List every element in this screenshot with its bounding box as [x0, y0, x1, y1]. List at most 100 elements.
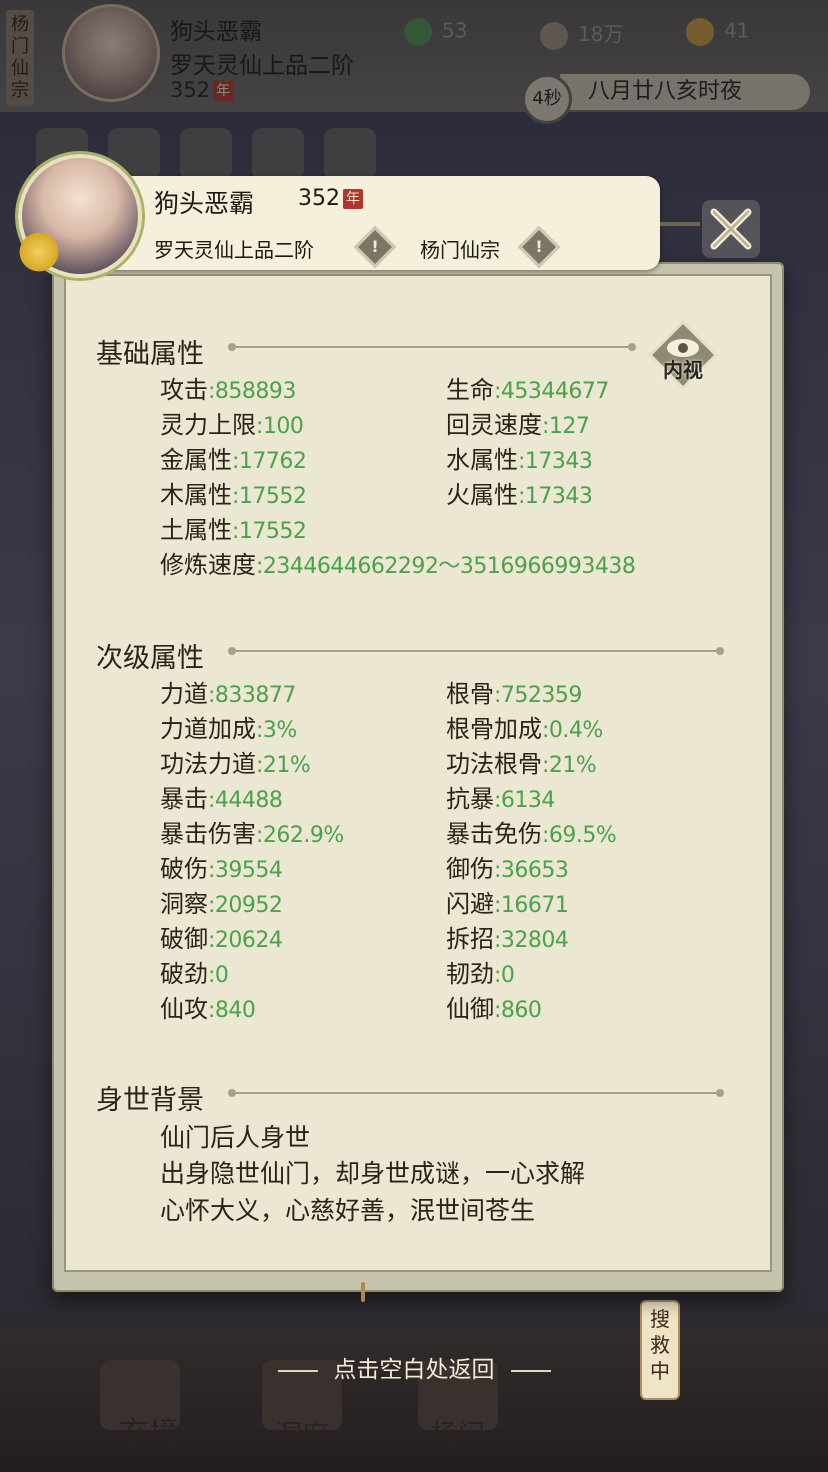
stat-value: :858893: [208, 379, 296, 404]
stat-label: 仙攻: [160, 995, 208, 1023]
stat-label: 暴击免伤: [446, 820, 542, 848]
stat-value: :44488: [208, 788, 283, 813]
stat-tenacity: 韧劲:0: [446, 954, 515, 989]
stat-label: 破伤: [160, 855, 208, 883]
character-age: 352 年: [298, 186, 363, 211]
stat-label: 木属性: [160, 481, 232, 509]
stat-value: :100: [256, 414, 304, 439]
stat-mana-cap: 灵力上限:100: [160, 405, 304, 440]
hint-divider: [277, 1369, 318, 1372]
stat-armor-break: 破伤:39554: [160, 849, 283, 884]
stat-label: 灵力上限: [160, 411, 256, 439]
stat-value: :840: [208, 998, 256, 1023]
stat-value: :17343: [518, 449, 593, 474]
stat-mana-regen: 回灵速度:127: [446, 405, 590, 440]
stat-label: 仙御: [446, 995, 494, 1023]
stat-strength: 力道:833877: [160, 674, 296, 709]
stat-metal: 金属性:17762: [160, 440, 307, 475]
stat-crit-damage: 暴击伤害:262.9%: [160, 814, 344, 849]
stat-label: 水属性: [446, 446, 518, 474]
age-badge: 年: [343, 189, 363, 209]
section-divider: [228, 647, 724, 655]
section-divider: [228, 1089, 724, 1097]
stat-value: :39554: [208, 858, 283, 883]
character-rank: 罗天灵仙上品二阶: [154, 238, 314, 262]
hint-text: 点击空白处返回: [333, 1357, 495, 1383]
stat-value: :0: [494, 963, 515, 988]
stat-label: 回灵速度: [446, 411, 542, 439]
header-ribbon: [660, 222, 700, 226]
stat-defense-break: 破御:20624: [160, 919, 283, 954]
stat-immortal-attack: 仙攻:840: [160, 989, 256, 1024]
stat-label: 破劲: [160, 960, 208, 988]
stat-value: :16671: [494, 893, 569, 918]
stat-parry: 拆招:32804: [446, 919, 569, 954]
avatar-leaf-ornament: [14, 232, 64, 272]
stat-hp: 生命:45344677: [446, 370, 609, 405]
stat-label: 洞察: [160, 890, 208, 918]
stat-label: 功法力道: [160, 750, 256, 778]
stat-label: 根骨加成: [446, 715, 542, 743]
stat-label: 抗暴: [446, 785, 494, 813]
hint-divider: [510, 1369, 551, 1372]
stat-value: :6134: [494, 788, 555, 813]
stat-label: 火属性: [446, 481, 518, 509]
stat-value: :262.9%: [256, 823, 344, 848]
stat-value: :17552: [232, 484, 307, 509]
background-line: 出身隐世仙门，却身世成谜，一心求解: [160, 1159, 586, 1188]
badge-char: 搜: [650, 1307, 670, 1331]
stat-water: 水属性:17343: [446, 440, 593, 475]
stat-value: :36653: [494, 858, 569, 883]
stat-value: :127: [542, 414, 590, 439]
stat-label: 御伤: [446, 855, 494, 883]
background-line: 仙门后人身世: [160, 1123, 311, 1152]
stat-value: :17343: [518, 484, 593, 509]
stat-label: 功法根骨: [446, 750, 542, 778]
background-text-scroll[interactable]: 仙门后人身世 出身隐世仙门，却身世成谜，一心求解 心怀大义，心慈好善，泯世间苍生: [64, 1100, 744, 1242]
stat-label: 修炼速度: [160, 551, 256, 579]
stat-value: :833877: [208, 683, 296, 708]
secondary-attributes-title: 次级属性: [96, 643, 204, 674]
stat-value: :752359: [494, 683, 582, 708]
stat-value: :32804: [494, 928, 569, 953]
stat-label: 破御: [160, 925, 208, 953]
tap-to-return-hint: 点击空白处返回: [0, 1350, 828, 1384]
character-name: 狗头恶霸: [154, 189, 255, 218]
stat-wood: 木属性:17552: [160, 475, 307, 510]
close-icon[interactable]: [700, 198, 762, 260]
stat-cultivation-speed: 修炼速度:2344644662292～3516966993438: [160, 545, 636, 580]
stat-value: :20952: [208, 893, 283, 918]
stat-label: 拆招: [446, 925, 494, 953]
stat-insight: 洞察:20952: [160, 884, 283, 919]
stat-value: :0: [208, 963, 229, 988]
age-value: 352: [298, 186, 340, 211]
stat-strength-bonus: 力道加成:3%: [160, 709, 297, 744]
stat-label: 生命: [446, 376, 494, 404]
inner-view-label: 内视: [663, 358, 703, 382]
character-sect: 杨门仙宗: [420, 238, 500, 262]
section-divider: [228, 343, 636, 351]
stat-label: 土属性: [160, 516, 232, 544]
stat-constitution: 根骨:752359: [446, 674, 582, 709]
stat-earth: 土属性:17552: [160, 510, 307, 545]
stat-label: 韧劲: [446, 960, 494, 988]
stat-dodge: 闪避:16671: [446, 884, 569, 919]
stat-attack: 攻击:858893: [160, 370, 296, 405]
stat-crit-damage-reduction: 暴击免伤:69.5%: [446, 814, 617, 849]
stat-value: :860: [494, 998, 542, 1023]
stat-crit: 暴击:44488: [160, 779, 283, 814]
stat-constitution-bonus: 根骨加成:0.4%: [446, 709, 603, 744]
stat-value: :17762: [232, 449, 307, 474]
stat-skill-constitution: 功法根骨:21%: [446, 744, 597, 779]
stat-value: :69.5%: [542, 823, 617, 848]
stat-skill-strength: 功法力道:21%: [160, 744, 311, 779]
stat-value: :0.4%: [542, 718, 603, 743]
stat-label: 根骨: [446, 680, 494, 708]
stat-label: 攻击: [160, 376, 208, 404]
stat-fire: 火属性:17343: [446, 475, 593, 510]
stat-force-break: 破劲:0: [160, 954, 229, 989]
stat-label: 力道加成: [160, 715, 256, 743]
stat-value: :3%: [256, 718, 297, 743]
stat-value: :21%: [256, 753, 311, 778]
stat-value: :17552: [232, 519, 307, 544]
